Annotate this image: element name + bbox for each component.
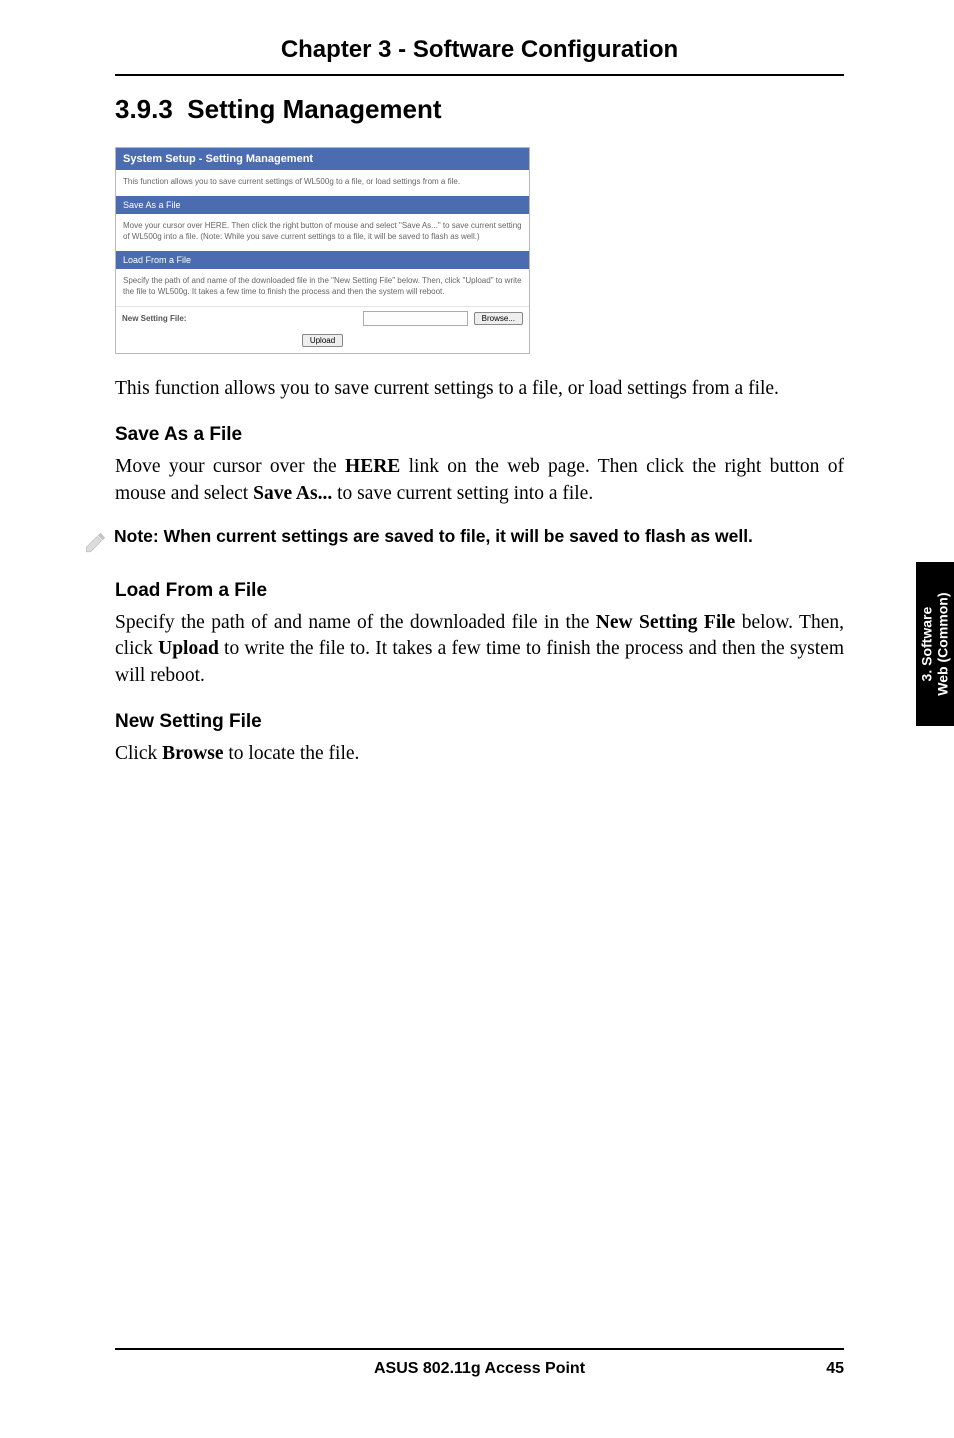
screenshot-intro: This function allows you to save current…	[116, 170, 529, 196]
note-pencil-icon	[83, 525, 111, 560]
section-title: Setting Management	[187, 94, 441, 124]
side-tab-line1: 3. Software	[919, 607, 935, 682]
screenshot-load-desc: Specify the path of and name of the down…	[116, 269, 529, 306]
text: to write the file to. It takes a few tim…	[115, 638, 844, 685]
here-link-text: HERE	[345, 456, 400, 477]
save-as-paragraph: Move your cursor over the HERE link on t…	[115, 454, 844, 507]
upload-text: Upload	[158, 638, 219, 659]
side-tab: 3. Software Web (Common)	[916, 562, 954, 726]
note-text: Note: When current settings are saved to…	[114, 525, 753, 549]
save-as-heading: Save As a File	[115, 424, 844, 446]
text: Specify the path of and name of the down…	[115, 612, 596, 633]
side-tab-line2: Web (Common)	[935, 592, 951, 695]
screenshot-row-label: New Setting File:	[122, 314, 357, 323]
section-number: 3.9.3	[115, 94, 173, 124]
new-setting-file-paragraph: Click Browse to locate the file.	[115, 741, 844, 767]
text: to locate the file.	[224, 743, 360, 764]
new-setting-file-text: New Setting File	[596, 612, 736, 633]
save-as-text: Save As...	[253, 483, 332, 504]
section-heading: 3.9.3 Setting Management	[115, 94, 844, 125]
screenshot-file-row: New Setting File: Browse...	[116, 306, 529, 330]
chapter-title: Chapter 3 - Software Configuration	[115, 36, 844, 76]
footer-product: ASUS 802.11g Access Point	[165, 1360, 794, 1378]
note-block: Note: When current settings are saved to…	[83, 525, 844, 560]
text: Move your cursor over the	[115, 456, 345, 477]
footer-page-number: 45	[794, 1360, 844, 1378]
screenshot-save-header: Save As a File	[116, 196, 529, 214]
screenshot-upload-button[interactable]: Upload	[302, 334, 343, 347]
screenshot-load-header: Load From a File	[116, 251, 529, 269]
page-footer: ASUS 802.11g Access Point 45	[115, 1348, 844, 1378]
load-from-paragraph: Specify the path of and name of the down…	[115, 610, 844, 689]
embedded-screenshot: System Setup - Setting Management This f…	[115, 147, 530, 354]
screenshot-file-input[interactable]	[363, 311, 468, 326]
new-setting-file-heading: New Setting File	[115, 711, 844, 733]
text: to save current setting into a file.	[332, 483, 593, 504]
screenshot-title: System Setup - Setting Management	[116, 148, 529, 170]
intro-paragraph: This function allows you to save current…	[115, 376, 844, 402]
screenshot-browse-button[interactable]: Browse...	[474, 312, 523, 325]
browse-text: Browse	[162, 743, 223, 764]
screenshot-save-desc: Move your cursor over HERE. Then click t…	[116, 214, 529, 251]
load-from-heading: Load From a File	[115, 580, 844, 602]
text: Click	[115, 743, 162, 764]
